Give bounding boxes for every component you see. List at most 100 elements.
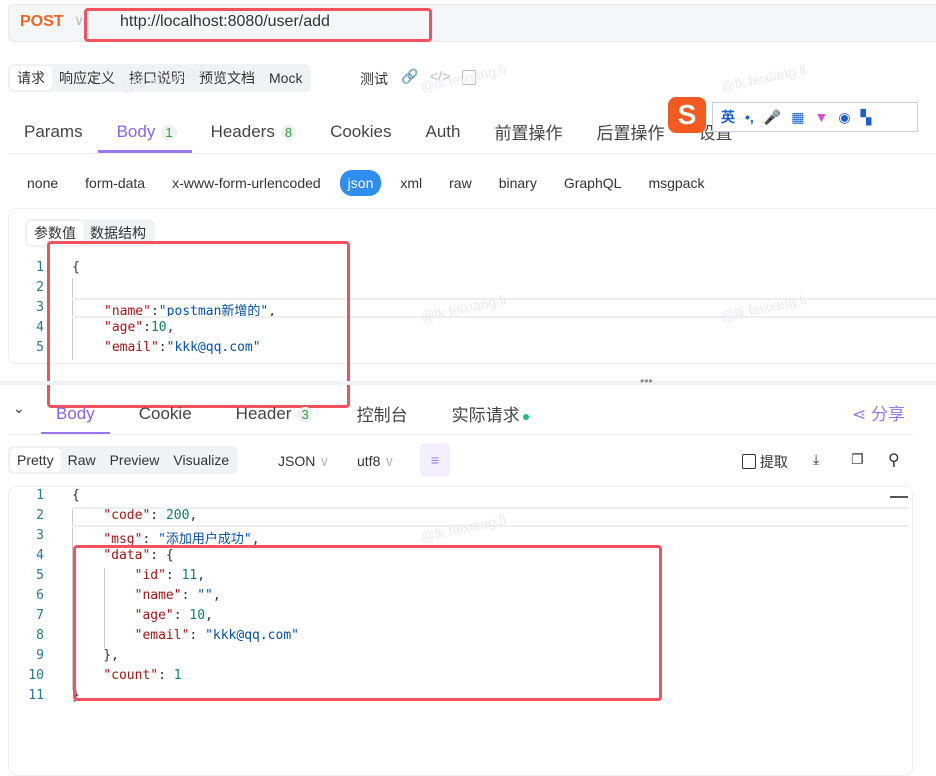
line-number: 3: [36, 300, 44, 315]
line-number: 5: [36, 568, 44, 583]
encoding-select[interactable]: utf8 ∨: [357, 453, 395, 470]
tab-label: 实际请求: [451, 406, 520, 425]
tab-top[interactable]: 请求: [10, 66, 52, 90]
line-number: 2: [36, 280, 44, 295]
line-number: 4: [36, 548, 44, 563]
tab-label: Body: [116, 121, 156, 141]
line-number: 11: [28, 688, 44, 703]
body-type-xml[interactable]: xml: [400, 175, 422, 191]
tab-1[interactable]: Cookie: [139, 404, 192, 424]
line-number: 5: [36, 340, 44, 355]
line-number: 1: [36, 260, 44, 275]
tab-3[interactable]: 控制台: [357, 401, 408, 426]
extract-label: 提取: [759, 454, 788, 470]
skin-icon[interactable]: ▼: [814, 109, 828, 125]
divider: [8, 434, 913, 435]
code-token: {: [72, 488, 80, 503]
tab-4[interactable]: Auth: [425, 122, 460, 142]
body-type-x-www-form-urlencoded[interactable]: x-www-form-urlencoded: [172, 175, 321, 191]
code-line: {: [72, 488, 80, 503]
drag-dots-icon[interactable]: •••: [640, 374, 653, 388]
scrollbar[interactable]: [890, 496, 908, 498]
status-dot: [522, 413, 529, 420]
view-mode-preview[interactable]: Preview: [103, 448, 167, 472]
line-number: 10: [28, 668, 44, 683]
search-icon[interactable]: ⚲: [888, 450, 900, 470]
line-number: 3: [36, 528, 44, 543]
tab-test[interactable]: 测试: [360, 69, 388, 89]
tab-label: 前置操作: [494, 124, 563, 143]
tab-6[interactable]: 后置操作: [596, 119, 664, 144]
share-button[interactable]: ⋖ 分享: [852, 400, 905, 425]
line-number: 4: [36, 320, 44, 335]
copy-icon[interactable]: ❐: [851, 451, 864, 468]
view-mode-pretty[interactable]: Pretty: [10, 448, 61, 472]
wrap-icon[interactable]: ≡: [420, 443, 450, 477]
body-type-selector: none form-data x-www-form-urlencoded json xm…: [27, 170, 731, 196]
line-number: 6: [36, 588, 44, 603]
sogou-logo-icon[interactable]: S: [668, 97, 706, 133]
tab-label: Headers: [210, 121, 275, 141]
line-number: 7: [36, 608, 44, 623]
body-type-none[interactable]: none: [27, 175, 58, 191]
tab-badge: 1: [161, 124, 177, 140]
tab-label: 控制台: [356, 406, 408, 425]
line-number: 2: [36, 508, 44, 523]
tab-1[interactable]: Body 1: [117, 122, 177, 142]
line-number: 1: [36, 488, 44, 503]
tab-label: Cookie: [138, 403, 192, 423]
tab-label: Header: [235, 403, 292, 423]
tab-0[interactable]: Params: [24, 122, 83, 142]
view-mode-raw[interactable]: Raw: [61, 448, 103, 472]
watermark: @lk feixiang.li: [719, 61, 808, 95]
tab-top[interactable]: Mock: [262, 66, 309, 90]
line-number: 9: [36, 648, 44, 663]
format-select[interactable]: JSON ∨: [278, 453, 329, 470]
highlight-box: [73, 545, 662, 701]
extract-icon: [742, 454, 756, 469]
resize-handle[interactable]: [0, 381, 936, 385]
body-type-msgpack[interactable]: msgpack: [648, 175, 704, 191]
view-mode-tabs: Pretty Raw Preview Visualize: [8, 446, 239, 474]
tab-badge: 3: [297, 406, 313, 422]
tab-4[interactable]: 实际请求: [452, 401, 529, 426]
body-type-raw[interactable]: raw: [449, 175, 472, 191]
ime-lang[interactable]: 英: [721, 107, 735, 127]
tab-5[interactable]: 前置操作: [494, 119, 562, 144]
encoding-value: utf8: [357, 453, 381, 469]
apps-icon[interactable]: ▚: [861, 109, 872, 126]
share-icon: ⋖: [852, 405, 867, 424]
watermark: @lk feixiang.li: [419, 61, 508, 95]
mic-icon[interactable]: 🎤: [764, 109, 781, 126]
request-tabs: Params Body 1 Headers 8 Cookies Auth 前置操作 后置操作 设置: [24, 119, 766, 144]
tab-2[interactable]: Headers 8: [211, 122, 297, 142]
collapse-icon[interactable]: ⌄: [13, 400, 25, 417]
download-icon[interactable]: ⤓: [813, 451, 819, 468]
tab-badge: 8: [280, 124, 297, 140]
highlight-box: [84, 8, 432, 42]
ime-toolbar[interactable]: 英 •, 🎤 ▦ ▼ ◉ ▚: [712, 102, 918, 132]
tab-label: Auth: [425, 121, 461, 141]
tab-2[interactable]: Header 3: [236, 404, 313, 424]
tab-label: 后置操作: [596, 124, 665, 143]
body-type-binary[interactable]: binary: [499, 175, 537, 191]
body-type-GraphQL[interactable]: GraphQL: [564, 175, 622, 191]
view-mode-visualize[interactable]: Visualize: [166, 448, 236, 472]
share-label: 分享: [870, 405, 905, 424]
line-number: 8: [36, 628, 44, 643]
extract-button[interactable]: 提取: [742, 452, 788, 472]
tab-label: Body: [56, 403, 95, 423]
game-icon[interactable]: ◉: [838, 109, 850, 126]
keyboard-icon[interactable]: ▦: [791, 109, 804, 126]
chevron-down-icon[interactable]: ∨: [74, 12, 84, 29]
tab-top[interactable]: 响应定义: [52, 66, 122, 90]
tab-label: Params: [24, 121, 83, 141]
link-icon[interactable]: 🔗: [401, 68, 418, 85]
format-value: JSON: [278, 453, 316, 469]
tab-3[interactable]: Cookies: [330, 122, 391, 142]
body-type-form-data[interactable]: form-data: [85, 175, 145, 191]
tab-0[interactable]: Body: [56, 404, 95, 424]
method-select[interactable]: POST: [20, 13, 64, 31]
body-type-json[interactable]: json: [339, 170, 382, 196]
punctuation-icon[interactable]: •,: [745, 109, 754, 125]
